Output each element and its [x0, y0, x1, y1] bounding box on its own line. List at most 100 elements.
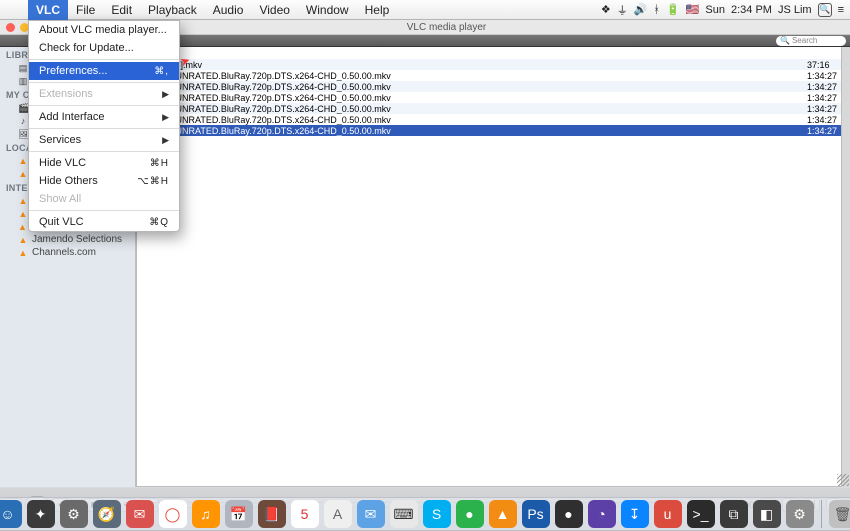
- dock-icon[interactable]: ◧: [753, 500, 781, 528]
- dock-divider: [821, 500, 822, 528]
- dock-icon[interactable]: ●: [555, 500, 583, 528]
- table-row[interactable]: let.2006.UNRATED.BluRay.720p.DTS.x264-CH…: [137, 103, 841, 114]
- menu-services[interactable]: Services▶: [29, 131, 179, 149]
- dock-icon[interactable]: ↧: [621, 500, 649, 528]
- dock-icon[interactable]: >_: [687, 500, 715, 528]
- cone-icon: ▲: [18, 156, 28, 166]
- dock-icon[interactable]: Ps: [522, 500, 550, 528]
- menu-separator: [29, 105, 179, 106]
- library-icon: ▥: [18, 76, 28, 86]
- menu-show-all: Show All: [29, 190, 179, 208]
- dock-icon[interactable]: ◯: [159, 500, 187, 528]
- dock-icon[interactable]: 📕: [258, 500, 286, 528]
- battery-icon[interactable]: 🔋: [666, 3, 680, 16]
- dock-icon[interactable]: 5: [291, 500, 319, 528]
- menu-edit[interactable]: Edit: [103, 0, 140, 20]
- sidebar-item-channels[interactable]: ▲Channels.com: [0, 246, 135, 259]
- chevron-right-icon: ▶: [162, 89, 169, 100]
- chevron-right-icon: ▶: [162, 135, 169, 146]
- dock-icon[interactable]: ♫: [192, 500, 220, 528]
- playlist-icon: ▤: [18, 63, 28, 73]
- search-input[interactable]: 🔍 Search: [776, 36, 846, 46]
- cone-icon: ▲: [18, 222, 27, 232]
- menu-quit[interactable]: Quit VLC⌘Q: [29, 213, 179, 231]
- playlist-area: 天之痕[25].mkv37:16 let.2006.UNRATED.BluRay…: [136, 47, 842, 487]
- video-icon: 🎬: [18, 103, 28, 113]
- kbd-shortcut: ⌥⌘H: [137, 176, 169, 187]
- day-label: Sun: [705, 4, 725, 16]
- wifi-icon[interactable]: ⏚: [617, 2, 628, 18]
- table-row[interactable]: let.2006.UNRATED.BluRay.720p.DTS.x264-CH…: [137, 125, 841, 136]
- menu-separator: [29, 210, 179, 211]
- menu-playback[interactable]: Playback: [140, 0, 205, 20]
- music-icon: ♪: [18, 116, 28, 126]
- menu-preferences[interactable]: Preferences...⌘,: [29, 62, 179, 80]
- menubar: VLC File Edit Playback Audio Video Windo…: [0, 0, 850, 20]
- menu-window[interactable]: Window: [298, 0, 357, 20]
- dock-icon[interactable]: u: [654, 500, 682, 528]
- menu-hide-vlc[interactable]: Hide VLC⌘H: [29, 154, 179, 172]
- menu-audio[interactable]: Audio: [205, 0, 252, 20]
- dock-icon[interactable]: ⚙: [60, 500, 88, 528]
- status-icon[interactable]: ❖: [601, 3, 611, 16]
- menu-separator: [29, 59, 179, 60]
- table-row[interactable]: let.2006.UNRATED.BluRay.720p.DTS.x264-CH…: [137, 70, 841, 81]
- menu-file[interactable]: File: [68, 0, 103, 20]
- playlist: 天之痕[25].mkv37:16 let.2006.UNRATED.BluRay…: [137, 59, 841, 136]
- cone-icon: ▲: [18, 169, 28, 179]
- dock-icon[interactable]: ⚙: [786, 500, 814, 528]
- notification-icon[interactable]: ≡: [838, 4, 844, 16]
- spotlight-icon[interactable]: 🔍: [818, 3, 832, 17]
- menu-video[interactable]: Video: [251, 0, 297, 20]
- cone-icon: ▲: [18, 235, 28, 245]
- table-row[interactable]: let.2006.UNRATED.BluRay.720p.DTS.x264-CH…: [137, 92, 841, 103]
- dock-icon[interactable]: ✉: [126, 500, 154, 528]
- search-placeholder: Search: [792, 36, 817, 45]
- dock-icon[interactable]: ☺: [0, 500, 22, 528]
- dock-icon[interactable]: ⌨: [390, 500, 418, 528]
- pictures-icon: 🖼: [18, 129, 28, 139]
- app-menu-vlc[interactable]: VLC: [28, 0, 68, 20]
- menu-check-update[interactable]: Check for Update...: [29, 39, 179, 57]
- volume-icon[interactable]: 🔊: [634, 3, 648, 16]
- menu-separator: [29, 82, 179, 83]
- menu-hide-others[interactable]: Hide Others⌥⌘H: [29, 172, 179, 190]
- dock-icon[interactable]: A: [324, 500, 352, 528]
- flag-icon[interactable]: 🇺🇸: [686, 3, 700, 16]
- menu-separator: [29, 128, 179, 129]
- cone-icon: ▲: [18, 248, 28, 258]
- menu-separator: [29, 151, 179, 152]
- table-row[interactable]: let.2006.UNRATED.BluRay.720p.DTS.x264-CH…: [137, 81, 841, 92]
- dock-icon[interactable]: ▲: [489, 500, 517, 528]
- kbd-shortcut: ⌘,: [154, 66, 169, 77]
- dock: ☺✦⚙🧭✉◯♫📅📕5A✉⌨S●▲Ps●◔↧u>_⧉◧⚙🗑: [0, 487, 850, 531]
- time-label: 2:34 PM: [731, 4, 772, 16]
- search-icon: 🔍: [780, 36, 790, 45]
- table-row[interactable]: let.2006.UNRATED.BluRay.720p.DTS.x264-CH…: [137, 114, 841, 125]
- close-window-button[interactable]: [6, 23, 15, 32]
- table-row[interactable]: 天之痕[25].mkv37:16: [137, 59, 841, 70]
- user-label[interactable]: JS Lim: [778, 4, 812, 16]
- dock-icon[interactable]: ✉: [357, 500, 385, 528]
- sidebar-item-jamendo[interactable]: ▲Jamendo Selections: [0, 233, 135, 246]
- dock-icon[interactable]: ●: [456, 500, 484, 528]
- bluetooth-icon[interactable]: ᚼ: [653, 4, 660, 16]
- menu-extensions: Extensions▶: [29, 85, 179, 103]
- chevron-right-icon: ▶: [162, 112, 169, 123]
- kbd-shortcut: ⌘H: [150, 158, 169, 169]
- vlc-app-menu-dropdown: About VLC media player... Check for Upda…: [28, 20, 180, 232]
- kbd-shortcut: ⌘Q: [149, 217, 169, 228]
- dock-icon[interactable]: S: [423, 500, 451, 528]
- dock-icon[interactable]: ⧉: [720, 500, 748, 528]
- menu-add-interface[interactable]: Add Interface▶: [29, 108, 179, 126]
- menu-help[interactable]: Help: [357, 0, 398, 20]
- menu-about[interactable]: About VLC media player...: [29, 21, 179, 39]
- status-area: ❖ ⏚ 🔊 ᚼ 🔋 🇺🇸 Sun 2:34 PM JS Lim 🔍 ≡: [601, 2, 850, 18]
- dock-icon[interactable]: 🗑: [829, 500, 850, 528]
- dock-icon[interactable]: 🧭: [93, 500, 121, 528]
- dock-icon[interactable]: 📅: [225, 500, 253, 528]
- dock-icon[interactable]: ✦: [27, 500, 55, 528]
- window-title: VLC media player: [407, 22, 486, 33]
- dock-icon[interactable]: ◔: [588, 500, 616, 528]
- resize-handle[interactable]: [837, 474, 849, 486]
